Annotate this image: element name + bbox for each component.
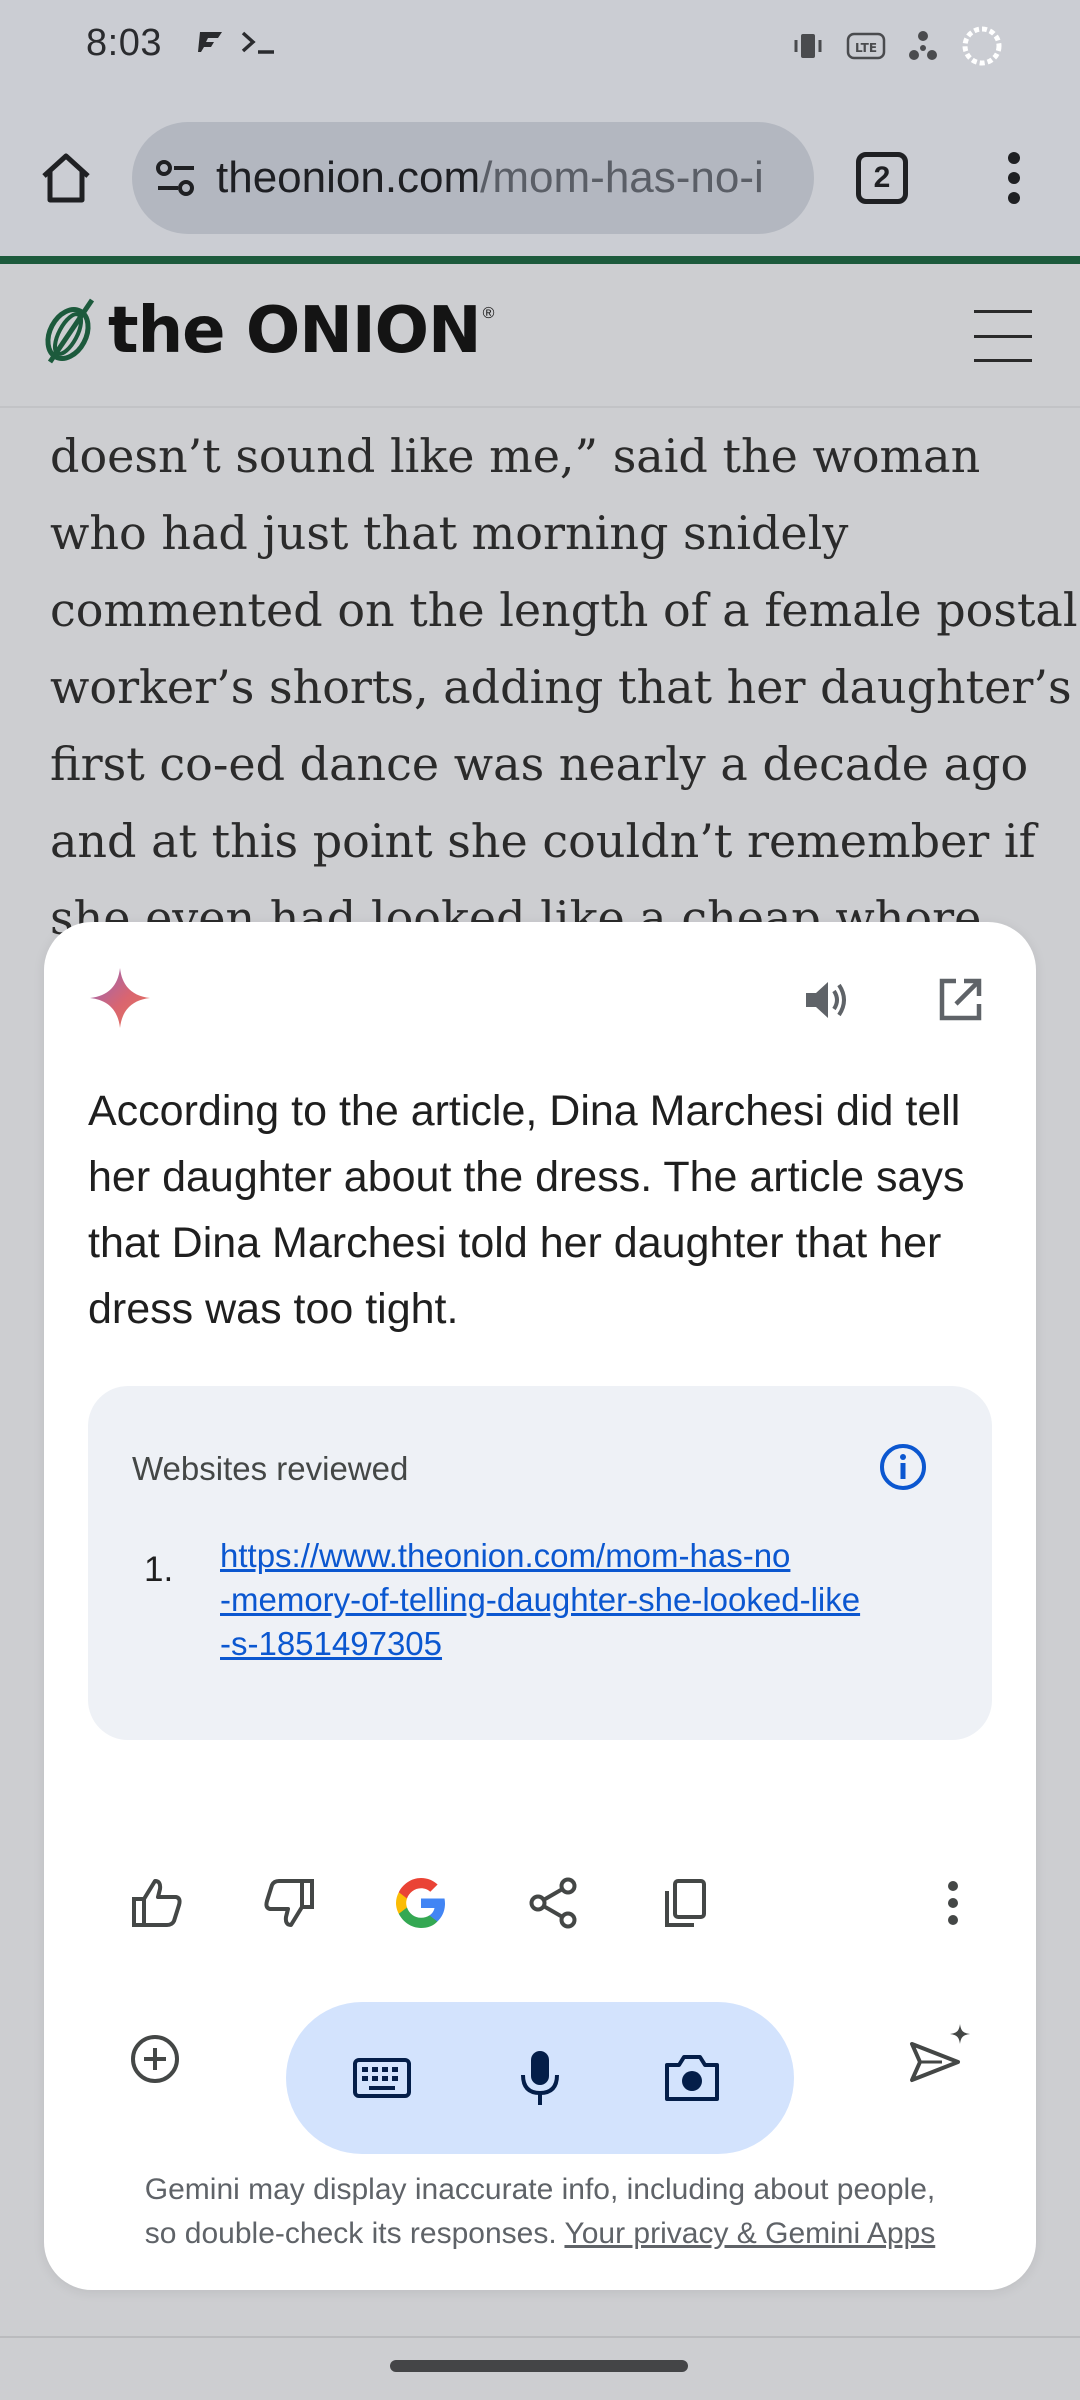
onion-leaf-icon bbox=[45, 298, 95, 364]
disclaimer-text: so double-check its responses. bbox=[144, 2217, 557, 2250]
site-menu-button[interactable] bbox=[974, 310, 1032, 362]
gemini-disclaimer: Gemini may display inaccurate info, incl… bbox=[44, 2168, 1036, 2256]
article-line: worker’s shorts, adding that her daughte… bbox=[50, 660, 1072, 714]
gemini-answer-text: According to the article, Dina Marchesi … bbox=[88, 1087, 965, 1333]
camera-button[interactable] bbox=[658, 2044, 726, 2112]
flipboard-icon bbox=[196, 28, 226, 61]
terminal-icon bbox=[240, 28, 278, 61]
disclaimer-line: Gemini may display inaccurate info, incl… bbox=[144, 2173, 936, 2206]
source-link-line: -memory-of-telling-daughter-she-looked-l… bbox=[220, 1581, 861, 1618]
open-in-new-icon bbox=[939, 978, 982, 1021]
thumbs-up-icon bbox=[132, 1879, 182, 1927]
websites-reviewed-panel: Websites reviewed 1. https://www.theonio… bbox=[88, 1386, 992, 1740]
bad-response-button[interactable] bbox=[258, 1872, 320, 1934]
home-button[interactable] bbox=[34, 146, 98, 210]
site-header: the ONION ® bbox=[0, 264, 1080, 408]
input-mode-pill bbox=[286, 2002, 794, 2154]
lte-label: LTE bbox=[855, 41, 877, 55]
url-domain: theonion.com bbox=[216, 153, 481, 202]
status-bar: 8:03 LTE bbox=[0, 0, 1080, 100]
signal-icon bbox=[906, 28, 940, 69]
good-response-button[interactable] bbox=[126, 1872, 188, 1934]
page-divider bbox=[0, 2336, 1080, 2338]
tab-switcher-button[interactable]: 2 bbox=[856, 152, 908, 204]
more-options-button[interactable] bbox=[922, 1872, 984, 1934]
source-link-line: -s-1851497305 bbox=[220, 1625, 443, 1662]
hamburger-line bbox=[974, 310, 1032, 313]
source-number: 1. bbox=[144, 1550, 174, 1589]
logo-registered-mark: ® bbox=[482, 305, 495, 322]
share-icon bbox=[529, 1877, 577, 1929]
camera-icon bbox=[665, 2055, 719, 2101]
copy-button[interactable] bbox=[654, 1872, 716, 1934]
gemini-input-row bbox=[44, 1982, 1036, 2154]
status-time: 8:03 bbox=[86, 22, 162, 64]
keyboard-icon bbox=[353, 2058, 411, 2098]
read-aloud-button[interactable] bbox=[796, 970, 856, 1030]
google-search-button[interactable] bbox=[390, 1872, 452, 1934]
site-settings-icon[interactable] bbox=[154, 156, 198, 200]
websites-reviewed-title: Websites reviewed bbox=[132, 1450, 409, 1487]
logo-text: the ONION bbox=[108, 294, 482, 368]
article-line: and at this point she couldn’t remember … bbox=[50, 814, 1036, 868]
status-left-icons bbox=[196, 28, 278, 61]
toolbar-divider bbox=[0, 256, 1080, 264]
gemini-overlay-card: According to the article, Dina Marchesi … bbox=[44, 922, 1036, 2290]
gemini-spark-icon bbox=[90, 968, 150, 1028]
hamburger-line bbox=[974, 334, 1032, 338]
address-bar[interactable]: theonion.com/mom-has-no-i bbox=[132, 122, 814, 234]
send-button[interactable] bbox=[906, 2022, 974, 2090]
privacy-link[interactable]: Your privacy & Gemini Apps bbox=[564, 2217, 935, 2250]
status-right-icons: LTE bbox=[790, 24, 1004, 73]
keyboard-button[interactable] bbox=[348, 2044, 416, 2112]
article-line: commented on the length of a female post… bbox=[50, 583, 1078, 637]
open-in-gemini-button[interactable] bbox=[930, 970, 990, 1030]
google-icon bbox=[396, 1878, 445, 1928]
article-body: doesn’t sound like me,” said the woman w… bbox=[50, 418, 1078, 957]
more-icon bbox=[948, 1881, 958, 1925]
sources-info-button[interactable] bbox=[878, 1442, 928, 1492]
disclaimer-line-2: so double-check its responses. Your priv… bbox=[44, 2212, 1036, 2256]
source-link[interactable]: https://www.theonion.com/mom-has-no -mem… bbox=[220, 1534, 920, 1666]
article-line: first co-ed dance was nearly a decade ag… bbox=[50, 737, 1029, 791]
more-vert-icon bbox=[1008, 152, 1020, 204]
url-path: /mom-has-no-i bbox=[480, 153, 764, 202]
speaker-icon bbox=[806, 982, 846, 1018]
voice-input-button[interactable] bbox=[506, 2044, 574, 2112]
article-line: doesn’t sound like me,” said the woman bbox=[50, 429, 981, 483]
battery-icon bbox=[960, 24, 1004, 73]
lte-icon: LTE bbox=[846, 30, 886, 67]
add-circle-icon bbox=[131, 2035, 179, 2083]
copy-icon bbox=[665, 1879, 706, 1927]
browser-toolbar: theonion.com/mom-has-no-i 2 bbox=[0, 100, 1080, 256]
gesture-home-indicator[interactable] bbox=[390, 2360, 688, 2372]
hamburger-line bbox=[974, 359, 1032, 362]
vibrate-icon bbox=[790, 28, 826, 69]
response-actions bbox=[44, 1842, 1036, 1962]
add-attachment-button[interactable] bbox=[126, 2030, 184, 2088]
send-spark-icon bbox=[910, 2024, 970, 2082]
thumbs-down-icon bbox=[264, 1879, 314, 1927]
share-button[interactable] bbox=[522, 1872, 584, 1934]
microphone-icon bbox=[521, 2051, 559, 2105]
home-icon bbox=[42, 153, 90, 203]
screen: 8:03 LTE theonion.com/mom-has-no-i 2 the… bbox=[0, 0, 1080, 2400]
browser-menu-button[interactable] bbox=[990, 144, 1038, 212]
info-icon bbox=[880, 1444, 926, 1490]
article-line: who had just that morning snidely bbox=[50, 506, 849, 560]
source-link-line: https://www.theonion.com/mom-has-no bbox=[220, 1537, 791, 1574]
url-text[interactable]: theonion.com/mom-has-no-i bbox=[216, 153, 796, 203]
onion-logo[interactable]: the ONION ® bbox=[40, 294, 494, 368]
